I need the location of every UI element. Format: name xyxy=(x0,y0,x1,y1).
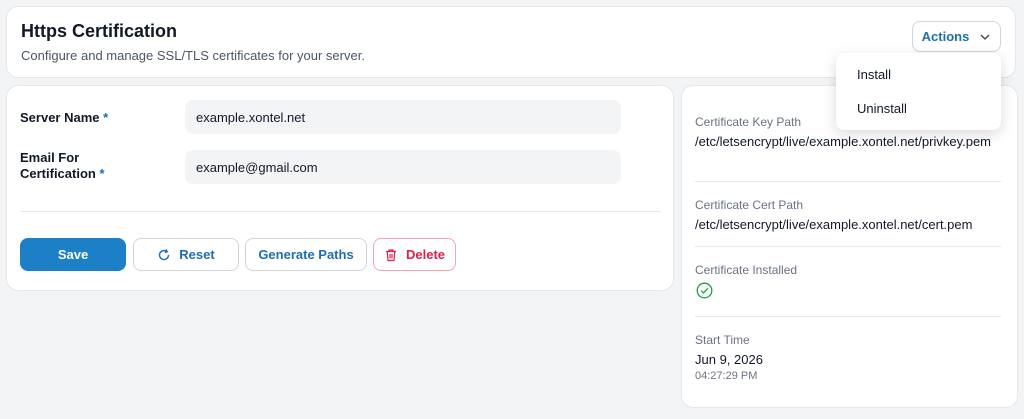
server-name-label-text: Server Name xyxy=(20,110,100,125)
save-button[interactable]: Save xyxy=(20,238,126,271)
server-name-label: Server Name * xyxy=(20,110,108,126)
page-title: Https Certification xyxy=(21,21,178,41)
reset-button-label: Reset xyxy=(179,247,215,262)
trash-icon xyxy=(385,248,396,261)
required-mark: * xyxy=(103,110,109,125)
email-label-line1: Email For xyxy=(20,150,80,165)
actions-button-label: Actions xyxy=(921,29,970,44)
form-divider xyxy=(20,211,661,212)
reset-button[interactable]: Reset xyxy=(133,238,239,271)
menu-item-uninstall[interactable]: Uninstall xyxy=(857,101,907,116)
cert-path-label: Certificate Cert Path xyxy=(695,198,804,212)
menu-item-install[interactable]: Install xyxy=(857,67,891,82)
certificate-info-panel: Certificate Key Path /etc/letsencrypt/li… xyxy=(681,85,1018,408)
email-input[interactable] xyxy=(185,150,621,184)
actions-button[interactable]: Actions xyxy=(912,21,1001,52)
start-time-label: Start Time xyxy=(695,333,750,347)
start-time-date: Jun 9, 2026 xyxy=(695,352,763,367)
info-divider xyxy=(695,181,1001,182)
cert-path-value: /etc/letsencrypt/live/example.xontel.net… xyxy=(695,217,973,232)
key-path-value: /etc/letsencrypt/live/example.xontel.net… xyxy=(695,134,992,149)
refresh-icon xyxy=(159,248,170,260)
info-divider xyxy=(695,246,1001,247)
server-name-input[interactable] xyxy=(185,100,621,134)
installed-label: Certificate Installed xyxy=(695,263,798,277)
required-mark: * xyxy=(99,166,105,181)
key-path-label: Certificate Key Path xyxy=(695,115,802,129)
check-circle-icon xyxy=(696,282,713,299)
page-subtitle: Configure and manage SSL/TLS certificate… xyxy=(21,48,365,63)
actions-dropdown-menu: Install Uninstall xyxy=(836,53,1001,130)
save-button-label: Save xyxy=(57,247,89,262)
delete-button-label: Delete xyxy=(405,247,446,262)
delete-button[interactable]: Delete xyxy=(373,238,456,271)
generate-paths-button[interactable]: Generate Paths xyxy=(245,238,367,271)
email-label: Email For Certification * xyxy=(20,150,105,182)
certificate-form: Server Name * Email For Certification * … xyxy=(6,85,674,291)
email-label-line2: Certification xyxy=(20,166,96,181)
info-divider xyxy=(695,316,1001,317)
start-time-clock: 04:27:29 PM xyxy=(695,370,758,382)
generate-paths-button-label: Generate Paths xyxy=(258,247,354,262)
chevron-down-icon xyxy=(980,34,990,40)
